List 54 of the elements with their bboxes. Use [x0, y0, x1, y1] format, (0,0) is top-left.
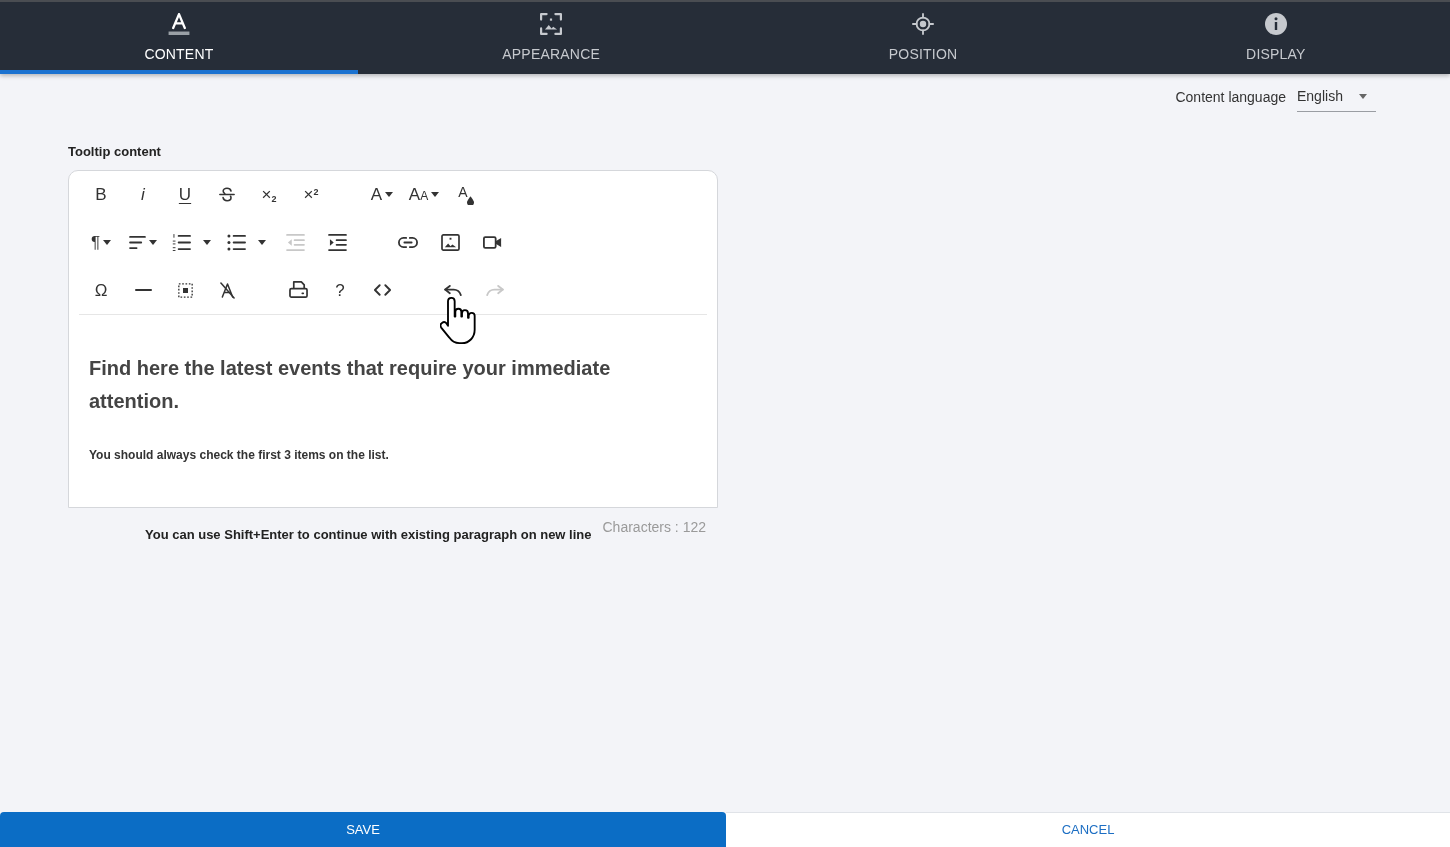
redo-icon — [486, 284, 504, 296]
caret-icon — [149, 239, 157, 245]
video-camera-icon — [482, 235, 502, 249]
caret-icon — [258, 239, 266, 245]
link-icon — [398, 236, 418, 248]
underline-button[interactable]: U — [164, 174, 206, 214]
image-frame-icon — [540, 13, 563, 35]
character-count: Characters : 122 — [602, 519, 706, 537]
caret-icon — [203, 239, 211, 245]
undo-icon — [444, 284, 462, 296]
editor-heading: Find here the latest events that require your immediate attention. — [89, 356, 612, 414]
shortcut-hint: You can use Shift+Enter to continue with existing paragraph on new line — [145, 527, 592, 543]
content-language-label: Content language — [1175, 88, 1286, 106]
position-tab[interactable]: POSITION — [744, 2, 1102, 74]
superscript-button[interactable]: ×$^{2}$ — [290, 174, 332, 214]
cancel-button[interactable]: CANCEL — [726, 812, 1450, 847]
numbered-list-icon — [172, 233, 191, 251]
special-character-button[interactable]: Ω — [80, 270, 122, 310]
caret-icon — [431, 191, 440, 197]
caret-icon — [1358, 94, 1368, 99]
italic-button[interactable]: i — [122, 174, 164, 214]
subscript-button[interactable]: ×$_{2}$ — [248, 174, 290, 214]
caret-icon — [103, 239, 112, 245]
indent-icon — [327, 233, 347, 251]
code-icon — [373, 284, 391, 296]
bulleted-list-icon — [227, 233, 246, 251]
select-all-icon — [177, 282, 193, 298]
highlight-button[interactable]: A — [445, 174, 487, 214]
language-select[interactable]: English — [1297, 86, 1376, 112]
bold-button[interactable]: B — [80, 174, 122, 214]
hand-cursor-icon — [440, 296, 478, 345]
image-icon — [440, 233, 460, 251]
drop-icon — [466, 195, 474, 205]
display-tab[interactable]: DISPLAY — [1101, 2, 1450, 74]
field-label: Tooltip content — [68, 144, 162, 160]
caret-icon — [385, 191, 394, 197]
editor-paragraph: You should always check the first 3 items on the list. — [89, 447, 390, 464]
font-size-button[interactable]: AA — [403, 174, 445, 214]
appearance-tab[interactable]: APPEARANCE — [357, 2, 745, 74]
paragraph-format-button[interactable]: ¶ — [80, 222, 122, 262]
clear-formatting-icon — [219, 281, 235, 299]
horizontal-line-icon — [134, 288, 152, 292]
content-tab[interactable]: CONTENT — [0, 2, 358, 74]
font-color-button[interactable]: A — [361, 174, 403, 214]
strikethrough-icon — [219, 186, 235, 202]
editor-field[interactable]: Find here the latest events that require your immediate attention. You should always check the first 3 items on the list. — [69, 315, 717, 464]
save-button[interactable]: SAVE — [0, 812, 726, 847]
text-color-icon — [167, 13, 190, 35]
crosshair-icon — [912, 13, 935, 35]
info-icon — [1264, 13, 1287, 35]
printer-icon — [288, 281, 308, 299]
outdent-icon — [285, 233, 305, 251]
help-button[interactable]: ? — [319, 270, 361, 310]
align-left-icon — [129, 235, 146, 249]
